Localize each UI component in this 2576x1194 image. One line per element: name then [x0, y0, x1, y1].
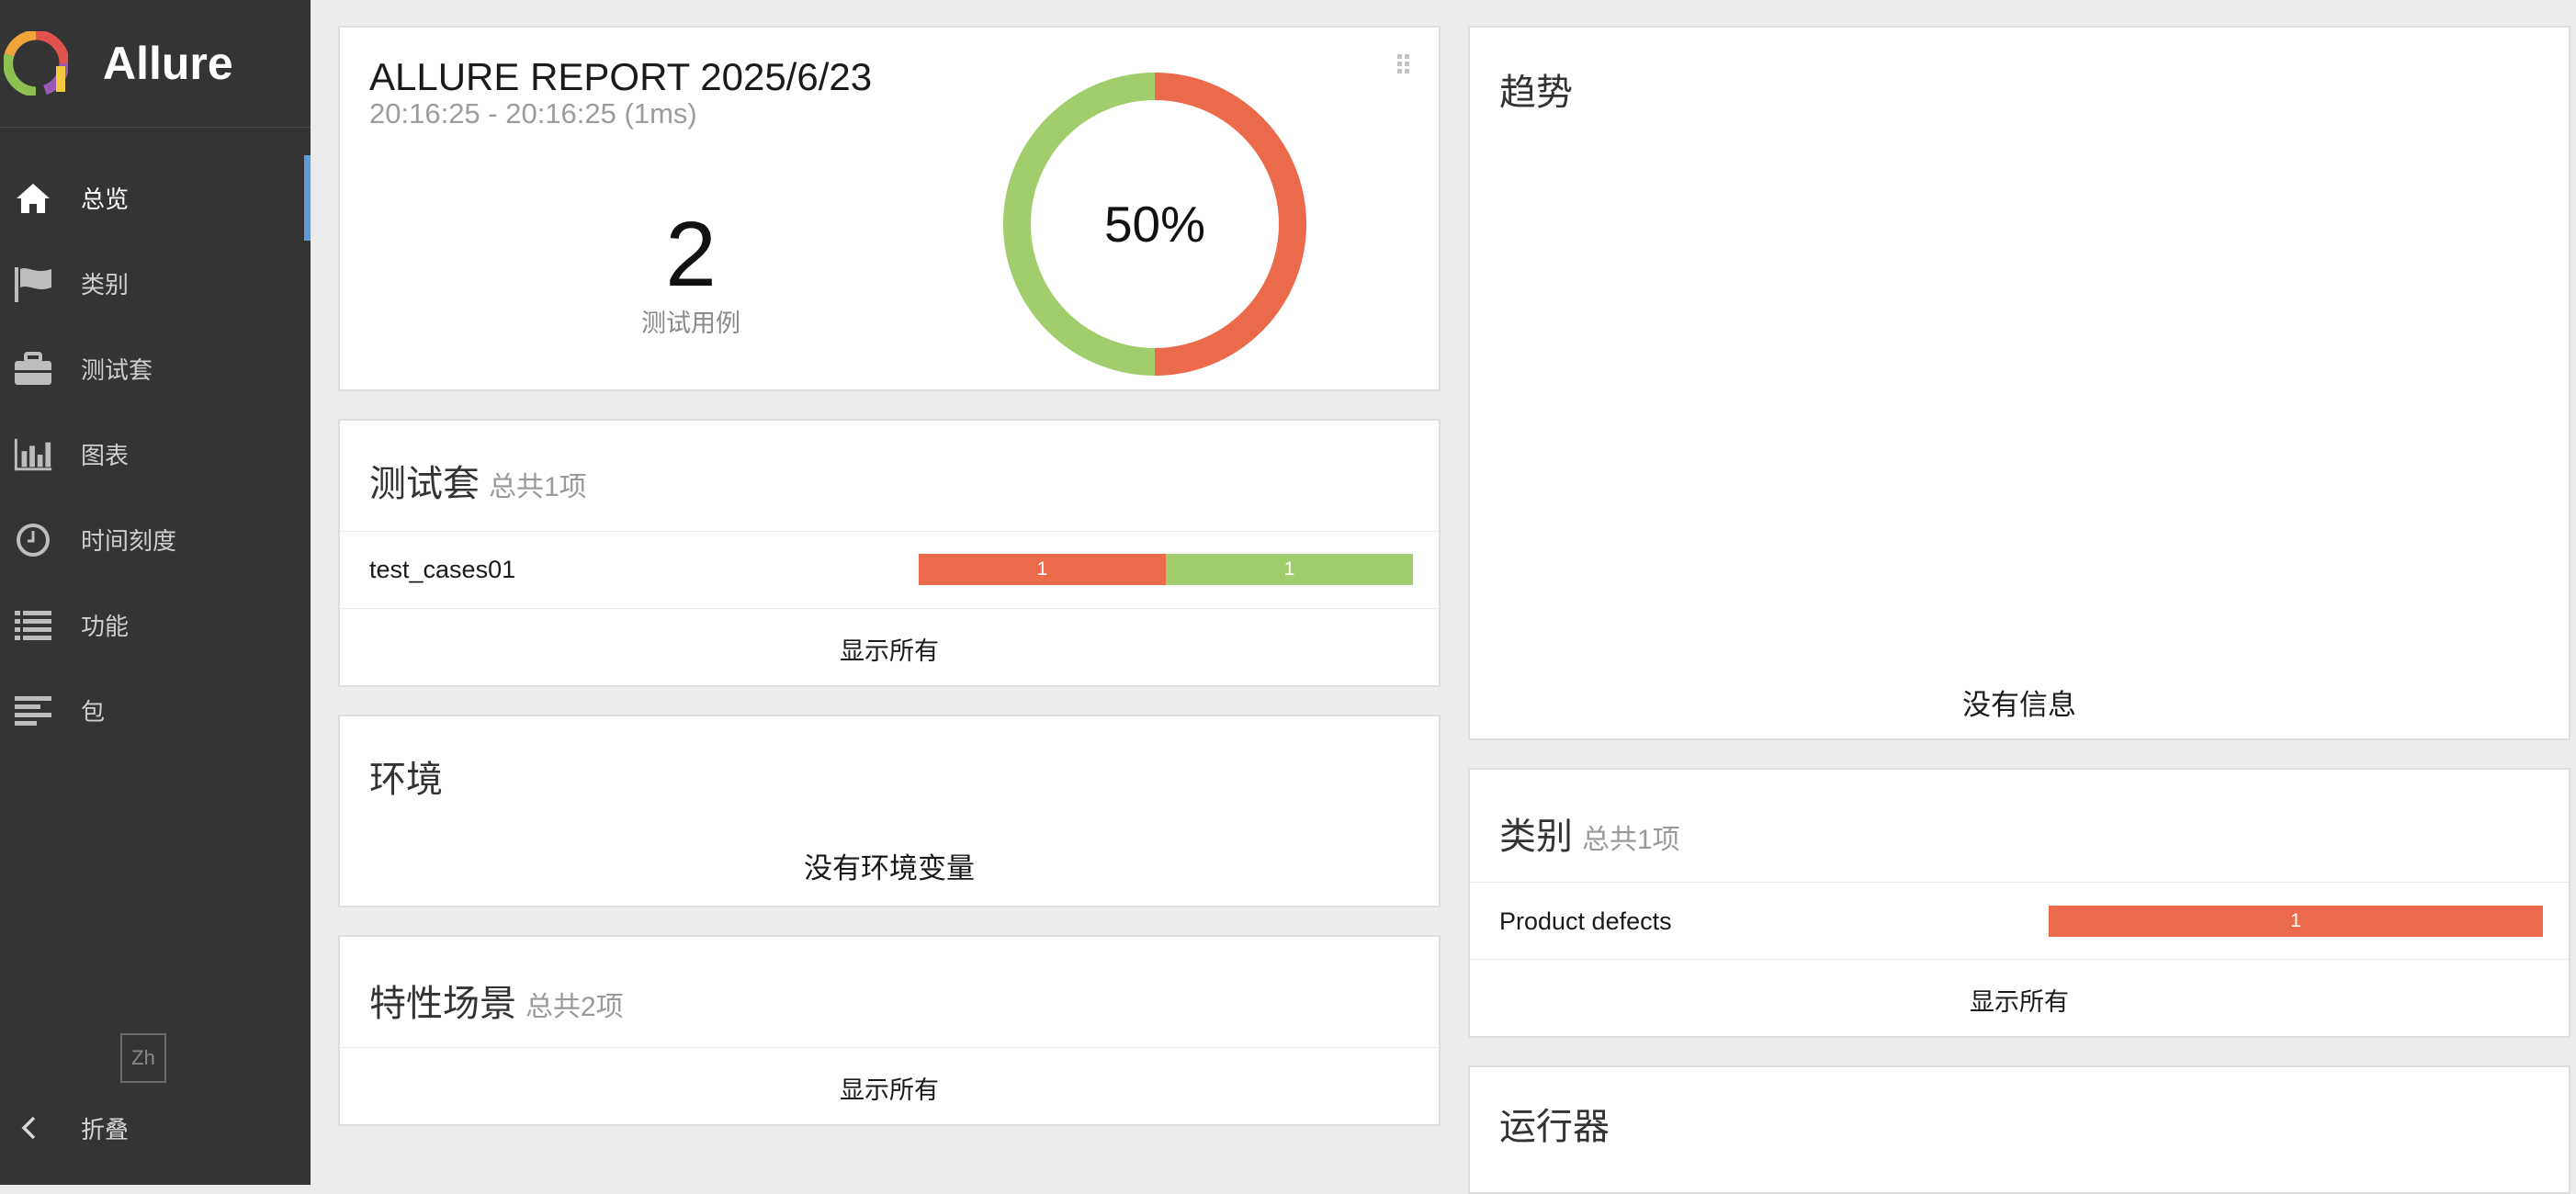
- sidebar-item-packages[interactable]: 包: [0, 668, 311, 753]
- sidebar-item-label: 总览: [81, 186, 130, 213]
- failed-count-bar[interactable]: 1: [2049, 906, 2543, 937]
- report-time: 20:16:25 - 20:16:25 (1ms): [369, 97, 697, 130]
- sidebar-item-label: 图表: [81, 442, 130, 469]
- chevron-left-icon: [20, 1114, 44, 1142]
- sidebar-item-label: 包: [81, 698, 106, 726]
- briefcase-icon: [13, 349, 53, 389]
- categories-count: 总共1项: [1582, 825, 1680, 855]
- clock-icon: [13, 520, 53, 560]
- categories-show-all-link[interactable]: 显示所有: [1470, 959, 2569, 1039]
- suite-status-bar: 1 1: [919, 554, 1413, 585]
- suites-title: 测试套: [369, 464, 480, 504]
- environment-empty-message: 没有环境变量: [804, 852, 975, 884]
- category-status-bar: 1: [2049, 906, 2543, 937]
- collapse-button[interactable]: 折叠: [0, 1098, 311, 1157]
- bar-chart-icon: [13, 434, 53, 475]
- sidebar-item-behaviors[interactable]: 功能: [0, 582, 311, 668]
- sidebar-item-label: 时间刻度: [81, 527, 177, 555]
- home-icon: [13, 178, 53, 219]
- features-count: 总共2项: [525, 992, 624, 1022]
- test-case-label: 测试用例: [641, 310, 740, 337]
- features-widget: 特性场景 总共2项 显示所有: [338, 935, 1441, 1126]
- test-case-count: 2: [665, 203, 717, 306]
- suites-title-wrap: 测试套 总共1项: [369, 454, 587, 507]
- list-icon: [13, 605, 53, 646]
- collapse-label: 折叠: [81, 1115, 130, 1143]
- features-title-wrap: 特性场景 总共2项: [369, 974, 624, 1027]
- features-show-all-link[interactable]: 显示所有: [340, 1047, 1439, 1127]
- align-left-icon: [13, 691, 53, 731]
- suites-count: 总共1项: [489, 472, 587, 502]
- allure-logo-icon: [4, 31, 68, 96]
- trend-widget: 趋势 没有信息: [1468, 26, 2570, 740]
- sidebar-item-suites[interactable]: 测试套: [0, 326, 311, 411]
- failed-count-bar[interactable]: 1: [919, 554, 1166, 585]
- sidebar: Allure 总览 类别 测试套 图表 时间刻度 功能 包 Zh 折叠: [0, 0, 311, 1185]
- executors-widget: 运行器: [1468, 1065, 2570, 1194]
- sidebar-item-timeline[interactable]: 时间刻度: [0, 497, 311, 582]
- executors-title: 运行器: [1499, 1107, 1610, 1147]
- suite-name: test_cases01: [369, 555, 516, 583]
- sidebar-nav: 总览 类别 测试套 图表 时间刻度 功能 包: [0, 155, 311, 753]
- categories-widget: 类别 总共1项 Product defects 1 显示所有: [1468, 768, 2570, 1038]
- categories-title: 类别: [1499, 817, 1573, 857]
- suites-show-all-link[interactable]: 显示所有: [340, 608, 1439, 688]
- environment-widget: 环境 没有环境变量: [338, 715, 1441, 907]
- success-rate-donut[interactable]: 50%: [1003, 73, 1306, 376]
- sidebar-item-overview[interactable]: 总览: [0, 155, 311, 241]
- features-title: 特性场景: [369, 984, 516, 1024]
- trend-empty-message: 没有信息: [1962, 689, 2076, 721]
- passed-count-bar[interactable]: 1: [1166, 554, 1413, 585]
- sidebar-item-label: 功能: [81, 613, 130, 640]
- summary-widget: ALLURE REPORT 2025/6/23 20:16:25 - 20:16…: [338, 26, 1441, 391]
- sidebar-item-categories[interactable]: 类别: [0, 241, 311, 326]
- success-rate-value: 50%: [1103, 196, 1206, 253]
- suites-widget: 测试套 总共1项 test_cases01 1 1 显示所有: [338, 419, 1441, 687]
- app-name: Allure: [103, 38, 233, 89]
- trend-title: 趋势: [1499, 73, 1573, 113]
- categories-title-wrap: 类别 总共1项: [1499, 806, 1680, 860]
- flag-icon: [13, 264, 53, 304]
- category-name: Product defects: [1499, 907, 1672, 935]
- sidebar-item-label: 类别: [81, 271, 130, 298]
- brand[interactable]: Allure: [0, 0, 311, 128]
- sidebar-item-label: 测试套: [81, 356, 153, 384]
- environment-title: 环境: [369, 760, 443, 800]
- drag-handle-icon[interactable]: [1396, 53, 1411, 80]
- table-row[interactable]: Product defects 1: [1470, 882, 2569, 960]
- report-title: ALLURE REPORT 2025/6/23: [369, 55, 873, 98]
- table-row[interactable]: test_cases01 1 1: [340, 531, 1439, 607]
- language-switch[interactable]: Zh: [120, 1033, 166, 1083]
- sidebar-item-graphs[interactable]: 图表: [0, 411, 311, 497]
